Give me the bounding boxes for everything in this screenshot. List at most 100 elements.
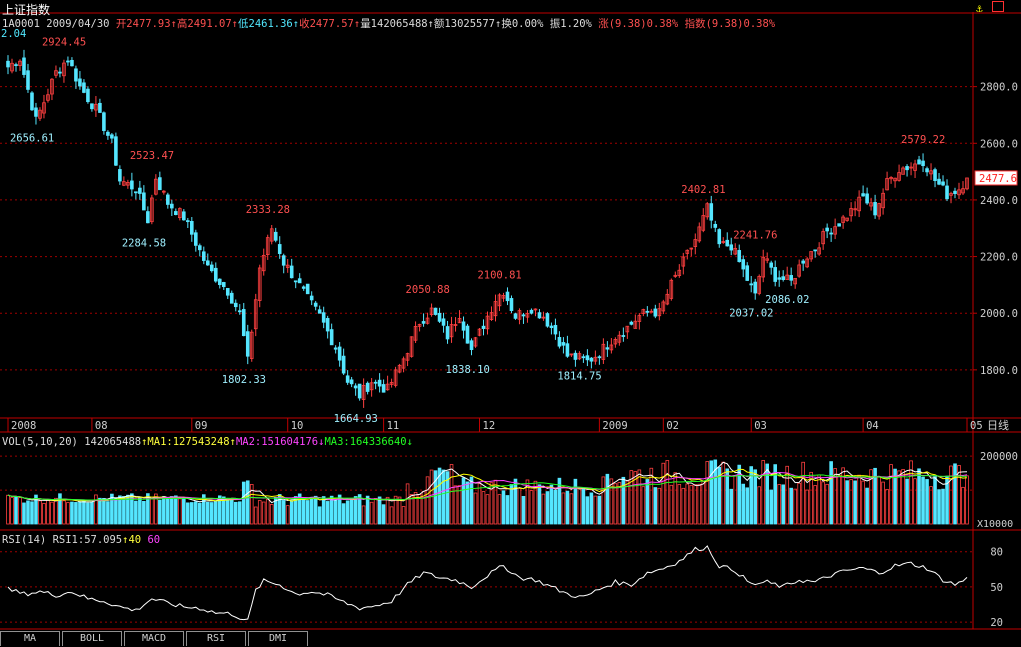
tab-dmi[interactable]: DMI <box>248 631 308 646</box>
candle-body <box>245 331 250 357</box>
candle-body <box>945 185 949 200</box>
volume-bar <box>6 494 10 525</box>
candle-body <box>373 381 378 384</box>
tab-rsi[interactable]: RSI <box>186 631 246 646</box>
volume-bar <box>209 502 214 525</box>
candle-body <box>737 250 742 263</box>
price-annotation: 2050.88 <box>406 284 450 296</box>
stock-chart[interactable]: 1800.0 2000.0 2200.0 2400.0 2600.0 2800.0 2477… <box>0 0 1021 647</box>
volume-bar <box>22 502 26 525</box>
volume-bar <box>641 486 646 525</box>
rsi-label: RSI(14) <box>2 534 47 546</box>
volume-bar <box>597 495 602 525</box>
volume-bar <box>385 496 390 525</box>
volume-bar <box>381 504 386 525</box>
restore-window-icon[interactable] <box>992 1 1004 12</box>
candle-body <box>581 356 586 359</box>
candle-body <box>221 282 226 287</box>
candle-body <box>773 267 777 282</box>
candle-body <box>273 231 278 241</box>
volume-bar <box>325 501 330 525</box>
volume-bar <box>733 474 738 525</box>
volume-bar <box>245 480 250 525</box>
volume-bar <box>881 481 885 525</box>
volume-bar <box>333 499 338 525</box>
price-annotation: 2333.28 <box>246 204 290 216</box>
volume-bar <box>889 464 893 525</box>
candle-body <box>14 64 18 67</box>
candle-body <box>130 180 134 190</box>
candle-body <box>174 211 178 216</box>
volume-bar <box>285 505 290 525</box>
candle-body <box>293 280 298 283</box>
candle-body <box>813 249 817 252</box>
candle-body <box>297 278 302 284</box>
quote-info-line: 1A0001 2009/04/30 开2477.93↑高2491.07↑低246… <box>2 16 775 31</box>
high-price: 高2491.07 <box>176 18 232 30</box>
candle-body <box>146 211 150 224</box>
rsi-tick-label: 20 <box>990 617 1003 629</box>
candle-body <box>469 340 474 351</box>
volume-bar <box>793 488 797 525</box>
volume-bar <box>501 490 506 525</box>
tab-boll[interactable]: BOLL <box>62 631 122 646</box>
volume-bar <box>369 501 374 525</box>
volume-ma-line <box>7 468 968 502</box>
candle-body <box>505 291 510 302</box>
tab-macd[interactable]: MACD <box>124 631 184 646</box>
candle-body <box>573 352 578 360</box>
volume-bar <box>657 487 662 525</box>
volume-bar <box>397 496 402 525</box>
candle-body <box>301 286 306 289</box>
price-annotation: 2656.61 <box>10 132 54 144</box>
candle-body <box>6 60 10 68</box>
candle-body <box>917 159 921 165</box>
volume-bar <box>721 461 726 525</box>
x-axis-label: 2008 <box>11 420 36 432</box>
volume-bar <box>78 501 82 525</box>
volume-bar <box>213 501 218 525</box>
candle-body <box>561 342 566 346</box>
volume-bar <box>469 476 474 525</box>
price-annotation: 2579.22 <box>901 134 945 146</box>
candle-body <box>933 169 937 181</box>
volume-bar <box>365 495 370 525</box>
volume-bar <box>933 476 937 525</box>
volume-bar <box>289 500 294 525</box>
volume-bar <box>205 501 210 525</box>
candle-body <box>229 292 234 304</box>
volume-bar <box>753 469 758 525</box>
candle-body <box>861 193 865 197</box>
volume-bar <box>329 495 334 525</box>
candle-body <box>305 283 310 295</box>
volume-bar <box>82 500 86 525</box>
candle-body <box>277 244 282 254</box>
volume-bar <box>829 461 833 525</box>
volume-bar <box>186 502 190 525</box>
volume-bar <box>837 476 841 525</box>
x-axis-label: 03 <box>754 420 767 432</box>
candle-body <box>30 92 34 111</box>
volume-bar <box>569 493 574 525</box>
candle-body <box>377 379 382 387</box>
volume-bar <box>198 502 202 525</box>
volume-bar <box>349 497 354 525</box>
volume-bar <box>953 463 957 525</box>
volume-bar <box>237 501 242 525</box>
volume-bar <box>561 492 566 525</box>
anchor-icon[interactable]: ⚓ <box>976 2 983 15</box>
tab-ma[interactable]: MA <box>0 631 60 646</box>
candle-body <box>78 78 82 87</box>
volume-bar <box>513 478 518 525</box>
volume-bar <box>789 487 793 525</box>
volume-bar <box>114 497 118 525</box>
price-tick-label: 2200.0 <box>980 252 1018 264</box>
volume-bar <box>545 491 550 525</box>
candle-body <box>801 260 805 264</box>
volume-bar <box>233 501 238 525</box>
volume-bar <box>581 488 586 525</box>
candle-body <box>26 70 30 90</box>
candle-body <box>465 325 470 344</box>
period-label: 日线 <box>987 418 1009 432</box>
rsi-level-low: 40 <box>128 534 142 546</box>
